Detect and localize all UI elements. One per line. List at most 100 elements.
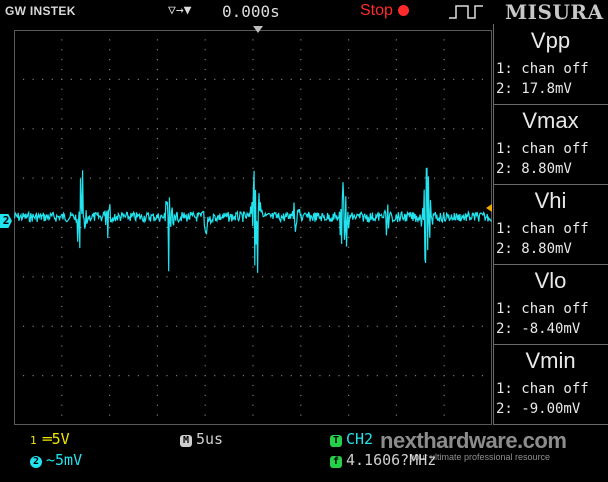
timebase-readout[interactable]: M 5us (180, 430, 223, 448)
trigger-source-readout[interactable]: T CH2 (330, 430, 373, 448)
grid-dot (61, 335, 63, 337)
grid-dot (22, 177, 25, 179)
grid-dot (109, 246, 111, 248)
grid-dot (357, 226, 359, 229)
grid-dot (128, 276, 130, 278)
measurement-vmin[interactable]: Vmin 1: chan off 2: -9.00mV (493, 344, 608, 425)
run-stop-indicator[interactable]: Stop (360, 2, 409, 20)
grid-dot (443, 345, 445, 347)
grid-dot (367, 325, 369, 327)
grid-dot (252, 147, 254, 150)
grid-dot (22, 78, 25, 80)
grid-dot (300, 335, 302, 337)
grid-dot (434, 226, 436, 229)
grid-dot (204, 187, 206, 189)
grid-dot (252, 305, 254, 308)
trigger-level-marker[interactable] (486, 204, 492, 212)
grid-dot (300, 404, 302, 406)
grid-dot (443, 404, 445, 406)
measurement-vhi[interactable]: Vhi 1: chan off 2: 8.80mV (493, 184, 608, 265)
grid-dot (300, 296, 302, 298)
grid-dot (300, 118, 302, 120)
grid-dot (309, 128, 311, 130)
grid-dot (70, 325, 72, 327)
grid-dot (109, 286, 111, 288)
trigger-position-marker[interactable] (253, 26, 263, 33)
grid-dot (252, 256, 254, 258)
grid-dot (252, 98, 254, 100)
grid-dot (214, 128, 216, 130)
measurement-vmax[interactable]: Vmax 1: chan off 2: 8.80mV (493, 104, 608, 185)
ch2-scale[interactable]: 2 ~5mV (30, 451, 82, 469)
grid-dot (405, 177, 407, 179)
grid-dot (109, 59, 111, 61)
grid-dot (147, 128, 149, 130)
ch1-scale[interactable]: 1 ═5V (30, 430, 70, 448)
grid-dot (61, 296, 63, 298)
grid-dot (128, 78, 130, 80)
grid-dot (328, 128, 331, 130)
grid-dot (319, 78, 321, 80)
grid-dot (109, 375, 111, 377)
grid-dot (252, 246, 254, 248)
grid-dot (204, 246, 206, 248)
grid-dot (300, 325, 302, 327)
grid-dot (99, 177, 101, 179)
grid-dot (472, 78, 474, 80)
measurement-vpp[interactable]: Vpp 1: chan off 2: 17.8mV (493, 24, 608, 105)
grid-dot (156, 88, 158, 90)
grid-dot (252, 167, 254, 169)
grid-dot (300, 167, 302, 169)
waveform-display[interactable] (14, 30, 492, 425)
measurement-vlo[interactable]: Vlo 1: chan off 2: -8.40mV (493, 264, 608, 345)
grid-dot (472, 375, 474, 377)
grid-dot (118, 177, 120, 179)
grid-dot (32, 177, 34, 179)
grid-dot (156, 315, 158, 317)
grid-dot (395, 226, 397, 229)
grid-dot (233, 177, 235, 179)
grid-dot (328, 177, 331, 179)
grid-dot (481, 276, 484, 278)
grid-dot (118, 325, 120, 327)
grid-dot (462, 226, 464, 229)
grid-dot (386, 177, 388, 179)
grid-dot (214, 78, 216, 80)
grid-dot (309, 276, 311, 278)
grid-dot (166, 128, 168, 130)
grid-dot (61, 404, 63, 406)
grid-dot (252, 39, 254, 41)
grid-dot (395, 286, 397, 288)
grid-dot (147, 226, 149, 229)
grid-dot (22, 276, 25, 278)
grid-dot (453, 226, 455, 229)
grid-dot (300, 315, 302, 317)
grid-dot (242, 375, 245, 377)
grid-dot (443, 335, 445, 337)
grid-dot (271, 226, 273, 229)
grid-dot (300, 147, 302, 150)
grid-dot (156, 138, 158, 140)
ch2-ground-marker[interactable]: 2 (0, 214, 12, 228)
grid-dot (137, 226, 139, 229)
grid-dot (395, 98, 397, 100)
grid-dot (109, 98, 111, 100)
grid-dot (109, 167, 111, 169)
grid-dot (405, 325, 407, 327)
grid-dot (70, 128, 72, 130)
grid-dot (348, 167, 350, 169)
grid-dot (204, 355, 206, 357)
grid-dot (242, 325, 245, 327)
grid-dot (395, 335, 397, 337)
grid-dot (109, 78, 111, 80)
trigger-position-icons: ▽→▼ (168, 3, 192, 18)
measurement-ch1-value: 1: chan off (496, 381, 589, 397)
grid-dot (395, 147, 397, 150)
grid-dot (309, 226, 311, 229)
grid-dot (204, 68, 206, 71)
grid-dot (166, 226, 168, 229)
grid-dot (453, 78, 455, 80)
grid-dot (290, 177, 292, 179)
grid-dot (348, 296, 350, 298)
grid-dot (156, 335, 158, 337)
